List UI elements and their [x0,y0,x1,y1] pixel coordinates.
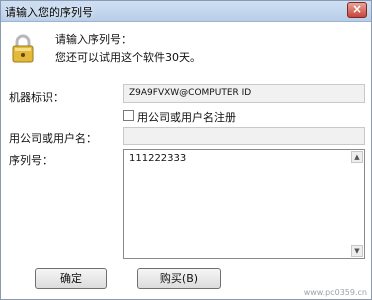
close-icon: × [351,2,363,16]
serial-value: 111222333 [129,153,187,164]
title-bar[interactable]: 请输入您的序列号 × [1,1,371,22]
company-field[interactable] [123,127,365,145]
ok-button[interactable]: 确定 [35,268,107,289]
lock-icon [12,34,34,63]
serial-dialog: 请输入您的序列号 × 请输入序列号： 您还可以试用这个软件30天。 机器标识： … [0,0,372,300]
register-checkbox-label[interactable]: 用公司或用户名注册 [137,109,236,125]
close-button[interactable]: × [347,2,367,18]
company-label: 用公司或用户名： [9,132,97,145]
machine-id-field[interactable]: Z9A9FVXW@COMPUTER ID [123,84,365,103]
register-checkbox[interactable] [123,110,134,121]
serial-label: 序列号： [9,154,53,167]
serial-input[interactable]: 111222333 ▲ ▼ [123,149,365,259]
prompt-subtitle: 您还可以试用这个软件30天。 [55,51,201,64]
buy-button[interactable]: 购买(B) [137,268,221,289]
machine-id-label: 机器标识： [9,91,64,104]
prompt-title: 请输入序列号： [55,33,132,46]
watermark: www.pc0359.cn [303,288,367,297]
window-title: 请输入您的序列号 [5,6,93,19]
scroll-down-button[interactable]: ▼ [351,245,363,257]
scroll-up-button[interactable]: ▲ [351,151,363,163]
